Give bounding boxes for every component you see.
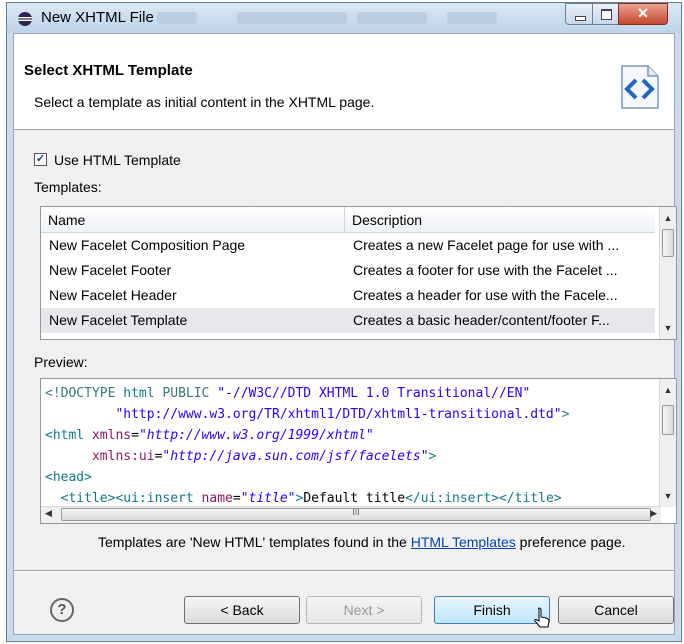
scroll-down-icon[interactable]: ▼ (662, 321, 674, 335)
table-row-selected[interactable]: New Facelet Template Creates a basic hea… (41, 308, 655, 333)
header-title: Select XHTML Template (24, 62, 193, 79)
preview-code: <!DOCTYPE html PUBLIC "-//W3C//DTD XHTML… (45, 386, 570, 506)
close-icon: ✕ (637, 5, 649, 21)
help-icon[interactable]: ? (50, 598, 74, 622)
preview-vertical-scrollbar[interactable]: ▲ ▼ (659, 379, 676, 507)
scrollbar-thumb[interactable]: III (61, 507, 651, 521)
preview-code-area[interactable]: <!DOCTYPE html PUBLIC "-//W3C//DTD XHTML… (40, 378, 677, 524)
table-row[interactable]: New Facelet Header Creates a header for … (41, 283, 655, 308)
window-title: New XHTML File (41, 9, 154, 26)
cancel-button[interactable]: Cancel (558, 596, 674, 624)
template-description: Creates a new Facelet page for use with … (353, 237, 620, 253)
template-name: New Facelet Footer (49, 262, 172, 278)
title-bar[interactable]: New XHTML File ✕ (7, 3, 681, 33)
template-name: New Facelet Template (49, 312, 188, 328)
background-blur (157, 12, 197, 24)
note-prefix: Templates are 'New HTML' templates found… (98, 534, 411, 550)
table-row[interactable]: New Facelet Footer Creates a footer for … (41, 258, 655, 283)
scroll-left-icon[interactable]: ◀ (45, 508, 52, 519)
templates-label: Templates: (34, 179, 102, 195)
scroll-up-icon[interactable]: ▲ (662, 383, 674, 397)
next-button[interactable]: Next > (306, 596, 422, 624)
scrollbar-grip: III (352, 507, 360, 517)
mouse-cursor-icon (534, 607, 550, 628)
column-header-name[interactable]: Name (41, 207, 345, 233)
column-header-description[interactable]: Description (345, 207, 655, 233)
button-bar-divider (14, 570, 674, 572)
table-row[interactable]: New Facelet Composition Page Creates a n… (41, 233, 655, 258)
scroll-right-icon[interactable]: ▶ (650, 508, 657, 519)
dialog-body: Select XHTML Template Select a template … (13, 33, 677, 635)
eclipse-icon (18, 12, 32, 26)
background-blur (237, 12, 347, 24)
note-suffix: preference page. (515, 534, 626, 550)
maximize-icon (601, 9, 612, 20)
background-blur (357, 12, 427, 24)
scroll-up-icon[interactable]: ▲ (662, 211, 674, 225)
background-blur (447, 12, 497, 24)
scrollbar-thumb[interactable] (662, 405, 674, 435)
dialog-window: New XHTML File ✕ Select XHTML Template S… (6, 2, 682, 642)
minimize-button[interactable] (565, 3, 593, 25)
template-description: Creates a header for use with the Facele… (353, 287, 618, 303)
use-template-label: Use HTML Template (54, 152, 181, 168)
template-description: Creates a basic header/content/footer F.… (353, 312, 610, 328)
template-name: New Facelet Header (49, 287, 177, 303)
preview-label: Preview: (34, 354, 88, 370)
scrollbar-thumb[interactable] (662, 229, 674, 257)
back-button[interactable]: < Back (184, 596, 300, 624)
maximize-button[interactable] (592, 3, 619, 25)
template-name: New Facelet Composition Page (49, 237, 246, 253)
preview-horizontal-scrollbar[interactable]: ◀ III ▶ (41, 506, 661, 523)
xhtml-file-icon (621, 65, 659, 109)
templates-note: Templates are 'New HTML' templates found… (98, 534, 626, 550)
html-templates-link[interactable]: HTML Templates (411, 534, 516, 550)
scroll-down-icon[interactable]: ▼ (662, 489, 674, 503)
use-template-checkbox[interactable]: ✓ (34, 153, 47, 166)
template-description: Creates a footer for use with the Facele… (353, 262, 618, 278)
templates-table[interactable]: Name Description New Facelet Composition… (40, 206, 677, 340)
close-button[interactable]: ✕ (618, 3, 668, 25)
table-vertical-scrollbar[interactable]: ▲ ▼ (659, 207, 676, 339)
wizard-header: Select XHTML Template Select a template … (14, 34, 674, 130)
minimize-icon (575, 16, 586, 21)
header-description: Select a template as initial content in … (34, 94, 375, 110)
